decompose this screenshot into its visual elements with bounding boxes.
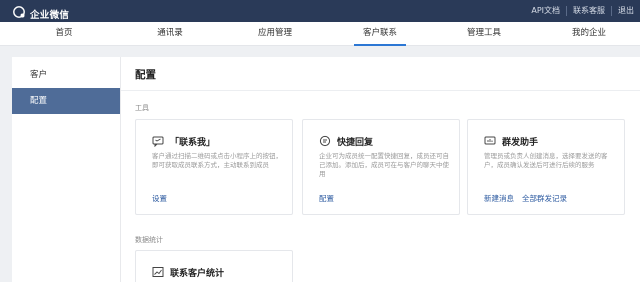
- card-description: 客户通过扫描二维码或点击小程序上的按钮，即可获取成员联系方式，主动联系到成员: [152, 152, 282, 169]
- quick-reply-icon: [319, 132, 331, 151]
- stats-chart-icon: [152, 263, 164, 282]
- card-title: 「联系我」: [170, 138, 216, 148]
- nav-contacts[interactable]: 通讯录: [130, 22, 210, 46]
- nav-my-enterprise[interactable]: 我的企业: [549, 22, 629, 46]
- main-nav: 首页 通讯录 应用管理 客户联系 管理工具 我的企业: [0, 22, 640, 46]
- brand-name: 企业微信: [30, 9, 70, 21]
- wecom-logo-icon: [12, 4, 26, 23]
- sidebar-item-config[interactable]: 配置: [12, 88, 120, 114]
- top-header: 企业微信 API文档 联系客服 退出: [0, 0, 640, 22]
- card-title: 群发助手: [502, 138, 539, 148]
- title-divider: [121, 90, 640, 91]
- card-description: 企业可为成员统一配置快捷回复，成员还可自己添加。添加后，成员可在与客户的聊天中使…: [319, 152, 449, 178]
- logout-link[interactable]: 退出: [611, 6, 640, 16]
- card-description: 管理员或负责人创建消息，选择要发送的客户，成员确认发送后可进行后续的服务: [484, 152, 608, 169]
- page-title: 配置: [135, 69, 156, 81]
- settings-link[interactable]: 设置: [152, 193, 167, 204]
- card-quick-reply: 快捷回复 企业可为成员统一配置快捷回复，成员还可自己添加。添加后，成员可在与客户…: [302, 119, 460, 215]
- nav-customer-contact[interactable]: 客户联系: [340, 22, 420, 46]
- brand-logo[interactable]: 企业微信: [12, 4, 69, 23]
- card-title: 联系客户统计: [170, 269, 225, 279]
- sidebar-item-customers[interactable]: 客户: [12, 62, 120, 88]
- tools-section-label: 工具: [135, 104, 149, 112]
- top-links: API文档 联系客服 退出: [525, 6, 640, 16]
- card-mass-message: 群发助手 管理员或负责人创建消息，选择要发送的客户，成员确认发送后可进行后续的服…: [467, 119, 625, 215]
- card-contact-me: 「联系我」 客户通过扫描二维码或点击小程序上的按钮，即可获取成员联系方式，主动联…: [135, 119, 293, 215]
- main-panel: 配置 工具 「联系我」 客户通过扫描二维码或点击小程序上的按钮，即可获取成员联系…: [120, 57, 640, 282]
- nav-home[interactable]: 首页: [24, 22, 104, 46]
- stats-section-label: 数据统计: [135, 236, 163, 244]
- card-customer-stats: 联系客户统计: [135, 250, 293, 282]
- api-docs-link[interactable]: API文档: [525, 6, 566, 16]
- contact-support-link[interactable]: 联系客服: [566, 6, 611, 16]
- mass-message-icon: [484, 132, 496, 151]
- sidebar: 客户 配置: [12, 57, 120, 282]
- card-title: 快捷回复: [337, 138, 374, 148]
- contact-me-icon: [152, 132, 164, 151]
- nav-management-tools[interactable]: 管理工具: [444, 22, 524, 46]
- all-mass-records-link[interactable]: 全部群发记录: [522, 193, 567, 204]
- nav-app-management[interactable]: 应用管理: [235, 22, 315, 46]
- configure-link[interactable]: 配置: [319, 193, 334, 204]
- new-message-link[interactable]: 新建消息: [484, 193, 514, 204]
